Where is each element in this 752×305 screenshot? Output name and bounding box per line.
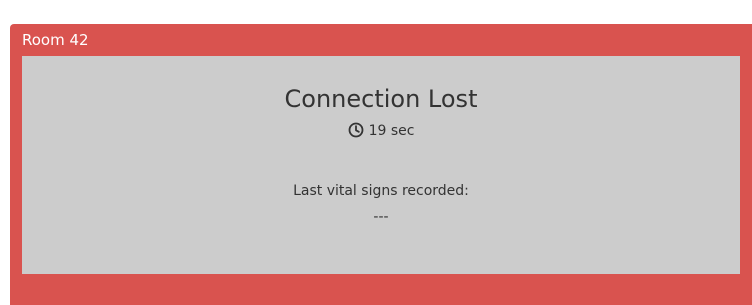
- vital-signs-label: Last vital signs recorded:: [293, 183, 469, 199]
- clock-icon: [348, 122, 364, 138]
- vital-signs-value: ---: [373, 209, 389, 225]
- connection-status-title: Connection Lost: [284, 85, 478, 113]
- page: Room 42 Connection Lost 19 sec Last vita…: [0, 0, 752, 305]
- room-title: Room 42: [22, 31, 89, 49]
- room-panel: Room 42 Connection Lost 19 sec Last vita…: [10, 24, 752, 305]
- panel-body: Connection Lost 19 sec Last vital signs …: [22, 56, 740, 274]
- elapsed-value: 19 sec: [368, 123, 415, 139]
- elapsed-time: 19 sec: [22, 122, 740, 140]
